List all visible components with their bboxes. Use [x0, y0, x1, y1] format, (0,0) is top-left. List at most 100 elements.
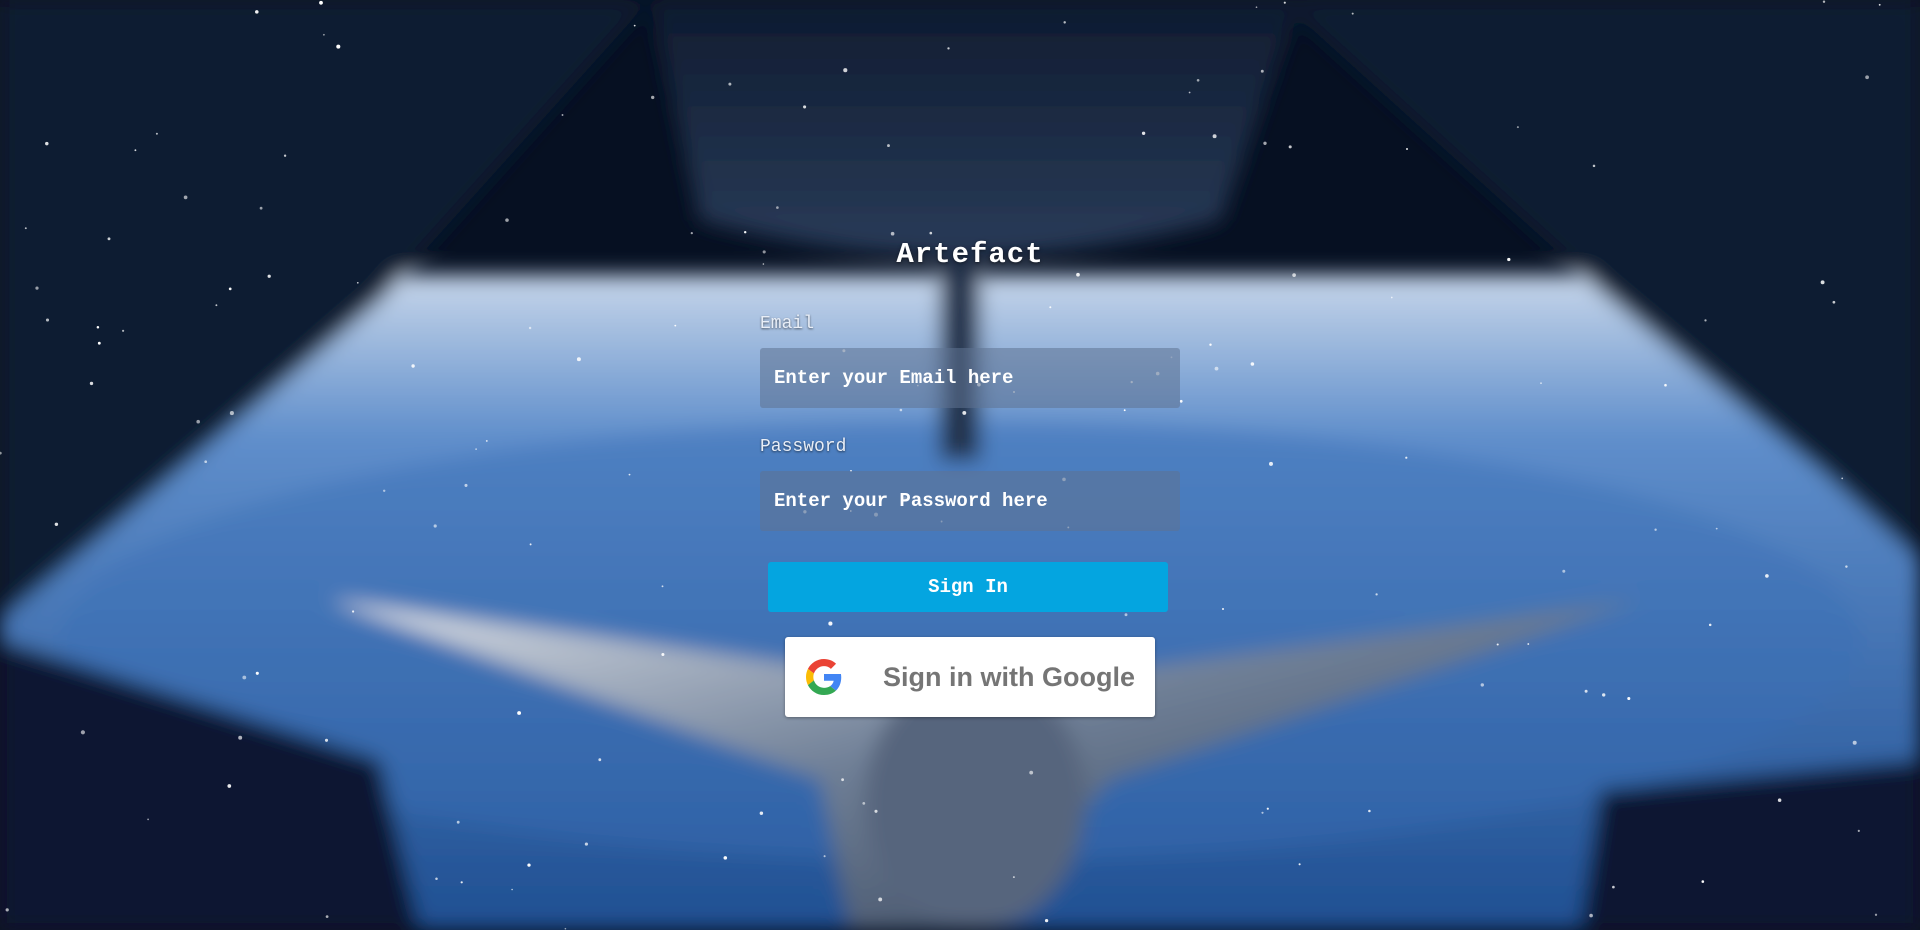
star-dot	[1480, 683, 1485, 687]
star-dot	[1124, 613, 1128, 617]
star-dot	[843, 68, 848, 73]
star-dot	[1261, 811, 1264, 814]
password-label: Password	[760, 437, 847, 457]
star-dot	[1777, 798, 1782, 802]
star-dot	[196, 419, 200, 424]
star-dot	[1865, 75, 1869, 80]
star-dot	[690, 231, 693, 235]
star-dot	[45, 141, 49, 146]
star-dot	[1527, 643, 1530, 645]
star-dot	[1820, 280, 1825, 285]
star-dot	[1562, 569, 1566, 573]
star-dot	[1250, 362, 1255, 366]
star-dot	[776, 206, 779, 209]
star-dot	[1283, 1, 1286, 4]
star-dot	[460, 881, 463, 884]
star-dot	[1209, 343, 1212, 346]
star-dot	[505, 218, 509, 222]
star-dot	[1049, 306, 1052, 309]
star-dot	[1822, 0, 1826, 3]
star-dot	[267, 274, 271, 278]
star-dot	[1627, 696, 1631, 701]
star-dot	[96, 325, 100, 329]
star-dot	[1076, 272, 1080, 277]
star-dot	[325, 915, 329, 918]
google-g-icon	[805, 658, 843, 696]
star-dot	[1266, 807, 1269, 810]
star-dot	[1845, 565, 1848, 568]
star-dot	[336, 44, 341, 49]
star-dot	[584, 842, 588, 846]
star-dot	[1584, 689, 1588, 693]
star-dot	[319, 0, 323, 5]
star-dot	[24, 227, 27, 230]
background-image	[0, 0, 1920, 930]
star-dot	[1214, 366, 1219, 371]
star-dot	[1874, 913, 1878, 916]
star-dot	[1832, 300, 1836, 304]
star-dot	[238, 735, 243, 740]
star-dot	[878, 897, 883, 902]
sign-in-button[interactable]: Sign In	[768, 562, 1168, 612]
star-dot	[887, 144, 890, 148]
star-dot	[107, 237, 111, 241]
star-dot	[651, 95, 655, 100]
star-dot	[242, 675, 247, 680]
star-dot	[962, 410, 967, 415]
star-dot	[1390, 296, 1393, 299]
star-dot	[1375, 593, 1378, 596]
star-dot	[1664, 383, 1667, 387]
star-dot	[255, 10, 259, 14]
star-dot	[134, 149, 137, 152]
email-input[interactable]	[760, 348, 1180, 408]
star-dot	[862, 802, 866, 805]
star-dot	[803, 105, 807, 109]
star-dot	[255, 671, 259, 675]
star-dot	[1708, 623, 1712, 627]
star-dot	[1288, 145, 1292, 149]
star-dot	[841, 778, 844, 782]
star-dot	[356, 281, 359, 284]
star-dot	[283, 154, 287, 157]
star-dot	[723, 856, 728, 860]
star-dot	[485, 439, 488, 442]
star-dot	[1592, 164, 1596, 168]
star-dot	[464, 483, 468, 487]
star-dot	[35, 286, 39, 290]
star-dot	[1715, 527, 1718, 530]
star-dot	[97, 341, 101, 345]
star-dot	[382, 489, 386, 493]
star-dot	[890, 231, 895, 236]
star-dot	[1188, 91, 1191, 94]
star-dot	[122, 329, 125, 332]
star-dot	[1406, 148, 1408, 150]
star-dot	[674, 324, 677, 327]
star-dot	[517, 711, 522, 715]
star-dot	[899, 408, 903, 412]
star-dot	[628, 473, 631, 476]
star-dot	[1878, 3, 1881, 6]
star-dot	[1589, 913, 1593, 918]
star-dot	[1179, 399, 1183, 403]
star-dot	[661, 652, 665, 657]
star-dot	[1351, 12, 1354, 15]
google-sign-in-button[interactable]: Sign in with Google	[785, 637, 1155, 717]
star-dot	[1368, 809, 1371, 813]
star-dot	[215, 304, 218, 307]
star-dot	[728, 82, 732, 86]
star-dot	[661, 585, 664, 588]
star-dot	[576, 357, 581, 362]
star-dot	[1405, 456, 1408, 459]
star-dot	[1298, 863, 1301, 866]
star-dot	[324, 738, 329, 742]
star-dot	[527, 863, 531, 867]
star-dot	[1507, 257, 1511, 262]
star-dot	[1852, 740, 1857, 745]
star-dot	[1292, 273, 1296, 277]
star-dot	[1857, 829, 1860, 833]
star-dot	[1496, 643, 1499, 646]
password-input[interactable]	[760, 471, 1180, 531]
email-label: Email	[760, 314, 815, 334]
star-dot	[80, 730, 85, 735]
star-dot	[435, 877, 438, 880]
